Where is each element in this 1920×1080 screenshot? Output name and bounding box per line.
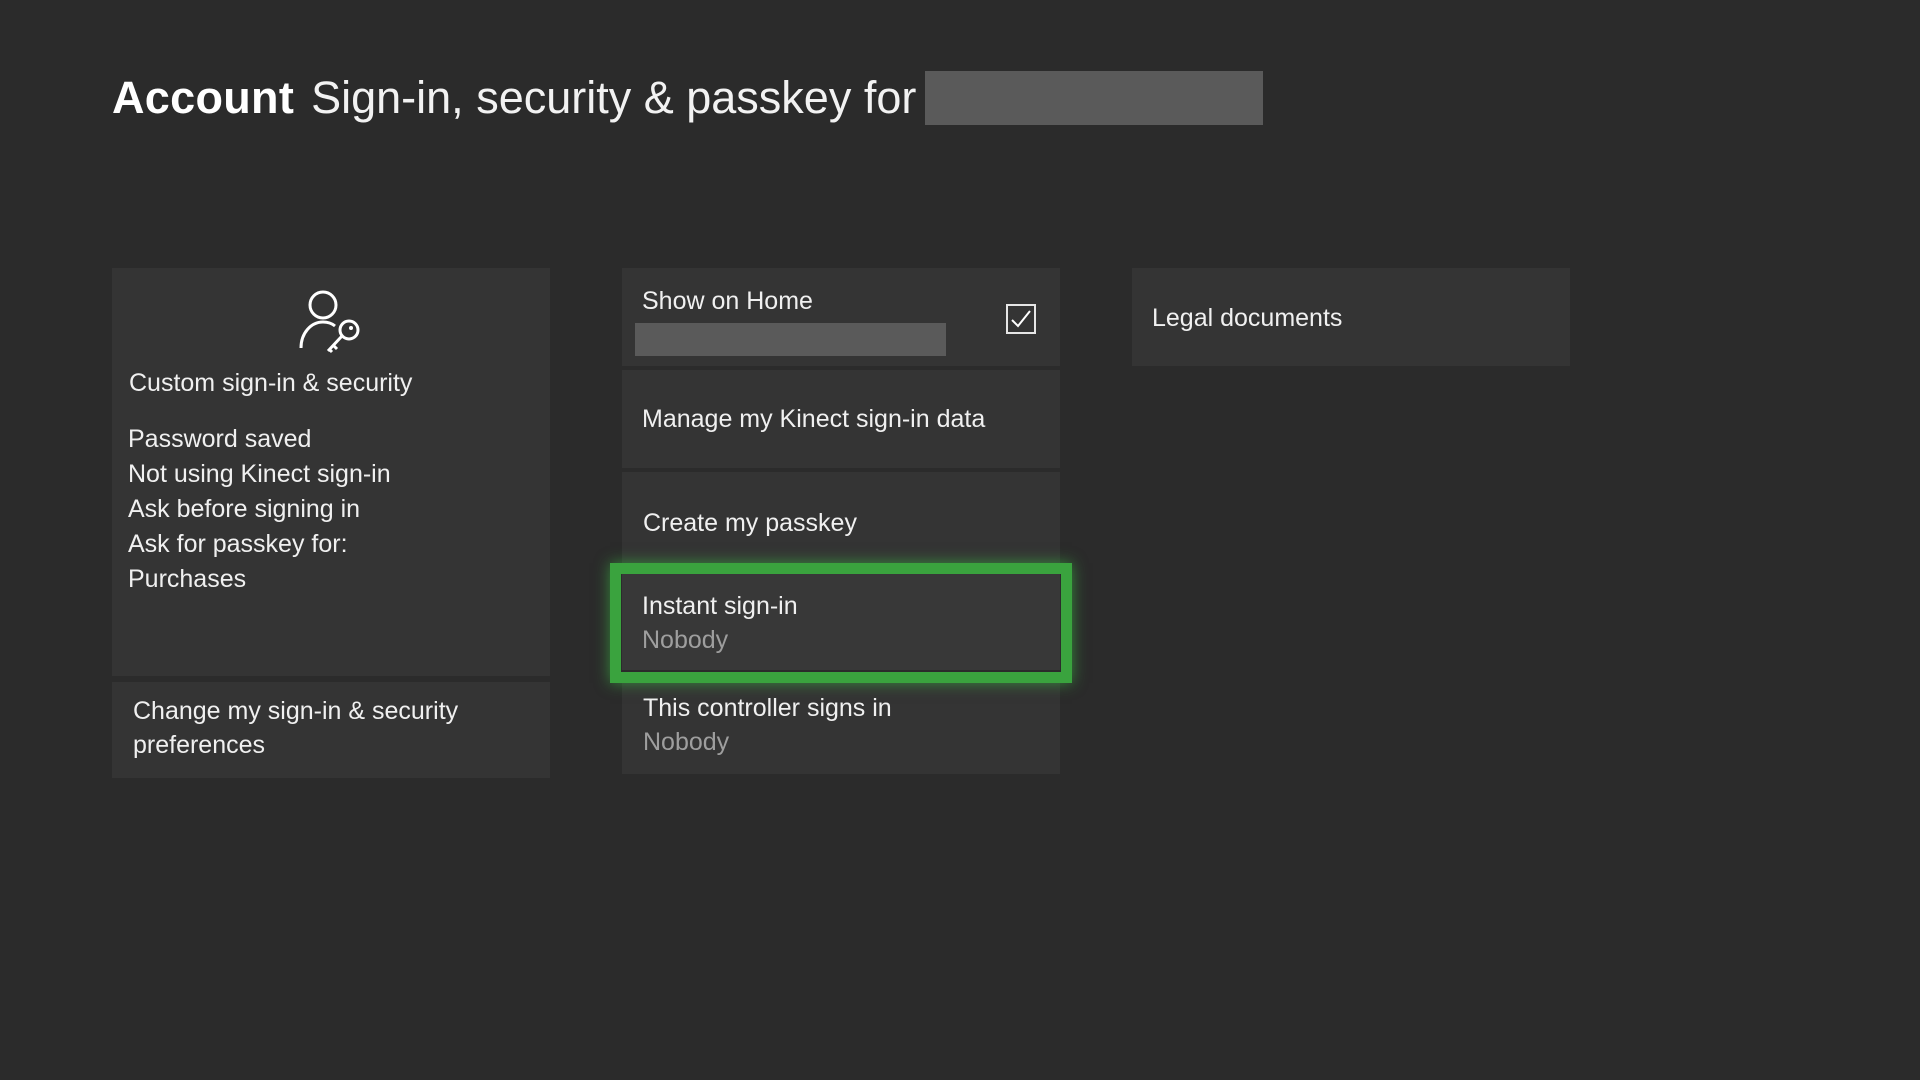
create-passkey-button[interactable]: Create my passkey [622, 472, 1060, 572]
controller-signs-in-label: This controller signs in [643, 694, 892, 722]
show-on-home-checkbox[interactable] [1006, 304, 1036, 334]
legal-documents-label: Legal documents [1152, 304, 1343, 332]
page-header: Account Sign-in, security & passkey for [112, 68, 1264, 128]
checkmark-icon [1011, 310, 1031, 328]
detail-kinect: Not using Kinect sign-in [128, 460, 391, 488]
manage-kinect-button[interactable]: Manage my Kinect sign-in data [622, 370, 1060, 468]
detail-ask-before: Ask before signing in [128, 495, 361, 523]
change-preferences-label: Change my sign-in & security preferences [133, 697, 459, 759]
legal-documents-button[interactable]: Legal documents [1132, 268, 1570, 366]
controller-signs-in-button[interactable]: This controller signs in Nobody [622, 674, 1060, 774]
section-title: Account [112, 72, 295, 123]
show-on-home-label: Show on Home [642, 287, 813, 315]
overview-title: Custom sign-in & security [129, 369, 413, 397]
detail-passkey-for: Ask for passkey for: [128, 530, 348, 558]
redacted-name [635, 323, 946, 356]
change-preferences-button[interactable]: Change my sign-in & security preferences [112, 682, 550, 778]
manage-kinect-label: Manage my Kinect sign-in data [642, 405, 986, 433]
show-on-home-toggle[interactable]: Show on Home [622, 268, 1060, 366]
focus-highlight [610, 563, 1072, 683]
controller-signs-in-value: Nobody [643, 728, 730, 756]
page-subtitle: Sign-in, security & passkey for [311, 72, 917, 123]
account-page: Account Sign-in, security & passkey for … [0, 0, 1920, 1080]
create-passkey-label: Create my passkey [643, 509, 857, 537]
detail-password: Password saved [128, 425, 312, 453]
redacted-gamertag [925, 71, 1264, 125]
user-key-icon [299, 290, 360, 354]
sign-in-overview-tile: Custom sign-in & security Password saved… [112, 268, 550, 676]
detail-purchases: Purchases [128, 565, 247, 593]
overview-details: Password saved Not using Kinect sign-in … [128, 422, 391, 597]
